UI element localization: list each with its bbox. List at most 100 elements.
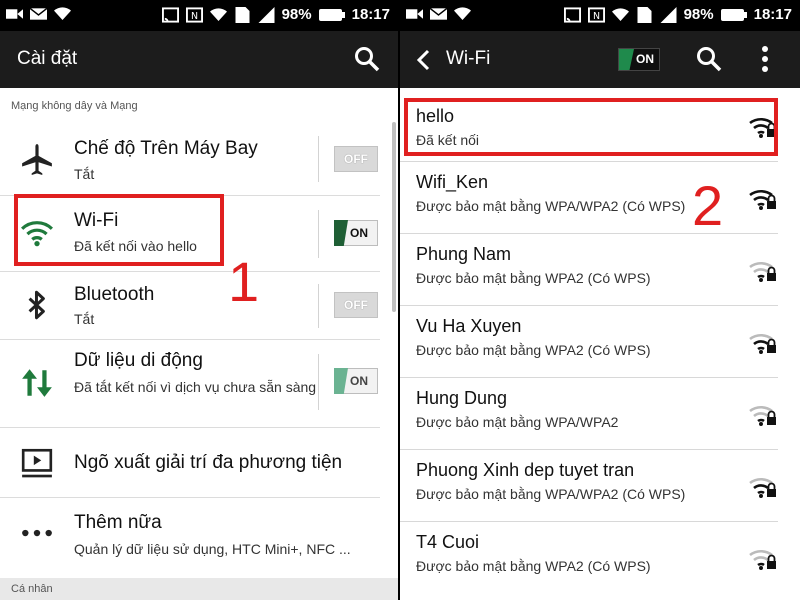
scrollbar[interactable] <box>392 122 396 312</box>
cell-signal-icon <box>258 7 275 23</box>
network-name: Vu Ha Xuyen <box>416 316 522 336</box>
bluetooth-label: Bluetooth <box>74 284 155 305</box>
cast-icon <box>161 7 179 23</box>
mobile-data-status: Đã tắt kết nối vì dịch vụ chưa sẵn sàng <box>74 379 317 395</box>
divider <box>318 354 319 410</box>
wifi-locked-signal-icon <box>748 186 778 212</box>
network-name: Hung Dung <box>416 388 508 408</box>
svg-text:N: N <box>593 11 600 22</box>
back-arrow-icon[interactable] <box>414 48 434 72</box>
network-name: Phung Nam <box>416 244 512 264</box>
wifi-signal-icon <box>611 7 629 23</box>
more-status: Quản lý dữ liệu sử dụng, HTC Mini+, NFC … <box>74 541 351 557</box>
media-output-icon <box>20 446 54 480</box>
wifi-toggle[interactable]: ON <box>334 220 378 246</box>
wifi-locked-signal-icon <box>748 330 778 356</box>
airplane-label: Chế độ Trên Máy Bay <box>74 138 258 159</box>
divider <box>318 284 319 328</box>
divider <box>318 210 319 258</box>
wifi-status-icon <box>454 6 471 22</box>
network-name: T4 Cuoi <box>416 532 480 552</box>
mail-icon <box>430 6 447 22</box>
airplane-status: Tắt <box>74 166 95 182</box>
video-call-icon <box>6 6 23 22</box>
sim-icon <box>636 7 653 23</box>
network-name: hello <box>416 106 455 126</box>
network-security: Được bảo mật bằng WPA2 (Có WPS) <box>416 558 651 574</box>
network-security: Được bảo mật bằng WPA2 (Có WPS) <box>416 342 651 358</box>
svg-text:N: N <box>191 11 198 22</box>
wifi-network-row[interactable]: Hung Dung Được bảo mật bằng WPA/WPA2 <box>400 378 778 450</box>
annotation-number-1: 1 <box>228 250 260 313</box>
nfc-icon: N <box>587 7 605 23</box>
network-security: Đã kết nối <box>416 132 480 148</box>
airplane-toggle[interactable]: OFF <box>334 146 378 172</box>
network-security: Được bảo mật bằng WPA2 (Có WPS) <box>416 270 651 286</box>
wifi-label: Wi-Fi <box>74 210 119 231</box>
settings-item-more[interactable]: Thêm nữa Quản lý dữ liệu sử dụng, HTC Mi… <box>0 498 380 568</box>
mobile-data-toggle[interactable]: ON <box>334 368 378 394</box>
status-bar: N 98% 18:17 <box>0 0 398 31</box>
wifi-network-row[interactable]: Phuong Xinh dep tuyet tran Được bảo mật b… <box>400 450 778 522</box>
wifi-locked-signal-icon <box>748 474 778 500</box>
section-header-personal: Cá nhân <box>11 583 53 595</box>
toggle-knob <box>619 49 634 70</box>
battery-percent: 98% <box>683 6 714 23</box>
mobile-data-icon <box>20 366 54 400</box>
wifi-locked-signal-icon <box>748 546 778 572</box>
wifi-icon <box>20 216 54 250</box>
clock: 18:17 <box>351 6 390 23</box>
network-security: Được bảo mật bằng WPA/WPA2 (Có WPS) <box>416 198 686 214</box>
wifi-network-row[interactable]: Vu Ha Xuyen Được bảo mật bằng WPA2 (Có WP… <box>400 306 778 378</box>
settings-item-mobile-data[interactable]: Dữ liệu di động Đã tắt kết nối vì dịch v… <box>0 340 380 428</box>
toggle-knob <box>334 220 348 246</box>
clock: 18:17 <box>753 6 792 23</box>
wifi-status: Đã kết nối vào hello <box>74 238 197 254</box>
settings-app-bar: Cài đặt <box>0 31 398 88</box>
bluetooth-icon <box>20 288 54 322</box>
wifi-network-row[interactable]: T4 Cuoi Được bảo mật bằng WPA2 (Có WPS) <box>400 522 778 594</box>
divider <box>318 136 319 182</box>
network-name: Wifi_Ken <box>416 172 489 192</box>
more-icon <box>20 516 54 550</box>
cell-signal-icon <box>660 7 677 23</box>
bluetooth-toggle[interactable]: OFF <box>334 292 378 318</box>
toggle-knob <box>334 368 348 394</box>
settings-screen: N 98% 18:17 Cài đặt Mạng không dây và Mạ… <box>0 0 398 600</box>
annotation-number-2: 2 <box>692 174 724 237</box>
wifi-master-toggle[interactable]: ON <box>618 48 660 71</box>
more-label: Thêm nữa <box>74 512 162 533</box>
settings-item-wifi[interactable]: Wi-Fi Đã kết nối vào hello ON <box>0 196 380 272</box>
search-icon[interactable] <box>696 46 722 72</box>
nfc-icon: N <box>185 7 203 23</box>
wifi-locked-signal-icon <box>748 114 778 140</box>
status-bar: N 98% 18:17 <box>400 0 800 31</box>
media-output-label: Ngõ xuất giải trí đa phương tiện <box>74 452 343 473</box>
wifi-status-icon <box>54 6 71 22</box>
battery-icon <box>318 7 345 23</box>
settings-item-media-output[interactable]: Ngõ xuất giải trí đa phương tiện <box>0 428 380 498</box>
settings-item-bluetooth[interactable]: Bluetooth Tắt OFF <box>0 272 380 340</box>
sim-icon <box>234 7 251 23</box>
network-security: Được bảo mật bằng WPA/WPA2 (Có WPS) <box>416 486 686 502</box>
page-title: Wi-Fi <box>446 48 491 69</box>
video-call-icon <box>406 6 423 22</box>
wifi-locked-signal-icon <box>748 402 778 428</box>
wifi-signal-icon <box>209 7 227 23</box>
wifi-app-bar: Wi-Fi ON <box>400 31 800 88</box>
page-title: Cài đặt <box>17 48 78 69</box>
wifi-network-row[interactable]: Phung Nam Được bảo mật bằng WPA2 (Có WPS) <box>400 234 778 306</box>
wifi-locked-signal-icon <box>748 258 778 284</box>
wifi-network-row[interactable]: hello Đã kết nối <box>400 96 778 162</box>
airplane-icon <box>20 142 54 176</box>
settings-item-airplane[interactable]: Chế độ Trên Máy Bay Tắt OFF <box>0 122 380 196</box>
wifi-screen: N 98% 18:17 Wi-Fi ON hello Đã kết nối Wifi… <box>400 0 800 600</box>
battery-percent: 98% <box>281 6 312 23</box>
overflow-menu-icon[interactable] <box>760 45 770 73</box>
battery-icon <box>720 7 747 23</box>
section-header-personal-bar: Cá nhân <box>0 578 398 600</box>
mobile-data-label: Dữ liệu di động <box>74 350 203 371</box>
network-security: Được bảo mật bằng WPA/WPA2 <box>416 414 619 430</box>
search-icon[interactable] <box>354 46 380 72</box>
bluetooth-status: Tắt <box>74 311 95 327</box>
